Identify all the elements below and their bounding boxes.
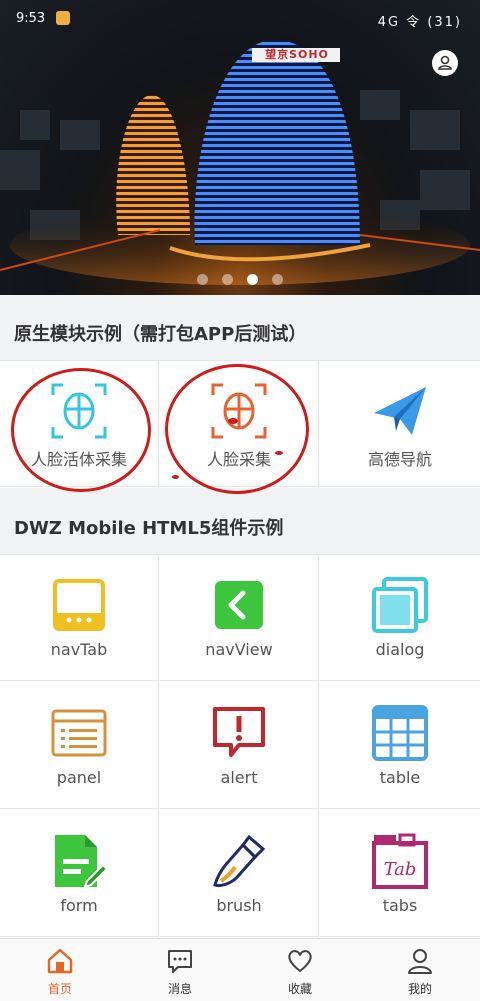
navview-item[interactable]: navView	[160, 555, 319, 681]
svg-text:Tab: Tab	[384, 859, 417, 880]
alert-item[interactable]: alert	[160, 683, 319, 809]
amap-navigation-label: 高德导航	[367, 450, 432, 469]
annotation-mark	[275, 451, 283, 455]
annotation-circle	[165, 364, 309, 494]
tab-mine-label: 我的	[407, 982, 432, 996]
brush-label: brush	[216, 896, 262, 915]
form-label: form	[60, 896, 98, 915]
alert-label: alert	[220, 768, 258, 787]
paper-plane-icon	[374, 387, 426, 435]
native-section-header: 原生模块示例（需打包APP后测试）	[0, 300, 480, 360]
annotation-circle	[11, 368, 151, 492]
tab-home[interactable]: 首页	[0, 939, 120, 1001]
dialog-item[interactable]: dialog	[320, 555, 480, 681]
table-item[interactable]: table	[320, 683, 480, 809]
navview-label: navView	[205, 640, 273, 659]
navview-icon	[215, 581, 263, 629]
bottom-tab-bar: 首页 消息 收藏 我的	[0, 938, 480, 1001]
dwz-component-grid: navTab navView dialog panel alert table …	[0, 554, 480, 939]
heart-icon	[288, 950, 312, 972]
tab-favorites-label: 收藏	[287, 982, 312, 996]
dialog-label: dialog	[375, 640, 425, 659]
tabs-label: tabs	[382, 896, 418, 915]
banner-image	[0, 40, 480, 285]
carousel-dot[interactable]	[197, 274, 208, 285]
annotation-mark	[172, 475, 179, 479]
status-indicators: 4G 令 (31)	[377, 15, 462, 30]
notification-app-icon	[56, 11, 70, 25]
user-icon	[437, 55, 453, 70]
panel-label: panel	[56, 768, 102, 787]
panel-item[interactable]: panel	[0, 683, 159, 809]
tab-mine[interactable]: 我的	[360, 939, 480, 1001]
native-section-title: 原生模块示例（需打包APP后测试）	[14, 324, 307, 345]
table-icon	[372, 705, 428, 761]
carousel-indicators	[0, 270, 480, 289]
native-module-grid: 人脸活体采集 人脸采集 高德导航	[0, 360, 480, 494]
navtab-icon	[53, 579, 105, 631]
panel-icon	[51, 709, 107, 757]
status-bar: 9:53 4G 令 (31)	[0, 0, 480, 38]
tab-home-label: 首页	[47, 982, 72, 996]
tabs-item[interactable]: Tab tabs	[320, 811, 480, 937]
status-time: 9:53	[16, 11, 46, 26]
dwz-section-title: DWZ Mobile HTML5组件示例	[14, 518, 284, 539]
tab-messages[interactable]: 消息	[120, 939, 240, 1001]
tabs-icon: Tab	[372, 833, 428, 889]
alert-icon	[213, 707, 265, 757]
tab-messages-label: 消息	[167, 982, 192, 996]
form-item[interactable]: form	[0, 811, 159, 937]
user-profile-button[interactable]	[432, 50, 458, 76]
dwz-section-header: DWZ Mobile HTML5组件示例	[0, 494, 480, 554]
navtab-item[interactable]: navTab	[0, 555, 159, 681]
user-icon	[408, 949, 432, 974]
brush-item[interactable]: brush	[160, 811, 319, 937]
building-sign: 望京SOHO	[265, 48, 329, 61]
carousel-dot[interactable]	[222, 274, 233, 285]
tab-favorites[interactable]: 收藏	[240, 939, 360, 1001]
brush-icon	[213, 834, 266, 887]
amap-navigation-item[interactable]: 高德导航	[320, 361, 480, 487]
dialog-icon	[372, 577, 428, 633]
home-icon	[47, 948, 73, 974]
carousel-dot[interactable]	[272, 274, 283, 285]
form-icon	[55, 835, 109, 889]
carousel-dot-active[interactable]	[247, 274, 258, 285]
banner-carousel[interactable]: 望京SOHO 9:53 4G 令 (31)	[0, 0, 480, 295]
message-icon	[168, 950, 192, 973]
table-label: table	[379, 768, 421, 787]
navtab-label: navTab	[50, 640, 108, 659]
